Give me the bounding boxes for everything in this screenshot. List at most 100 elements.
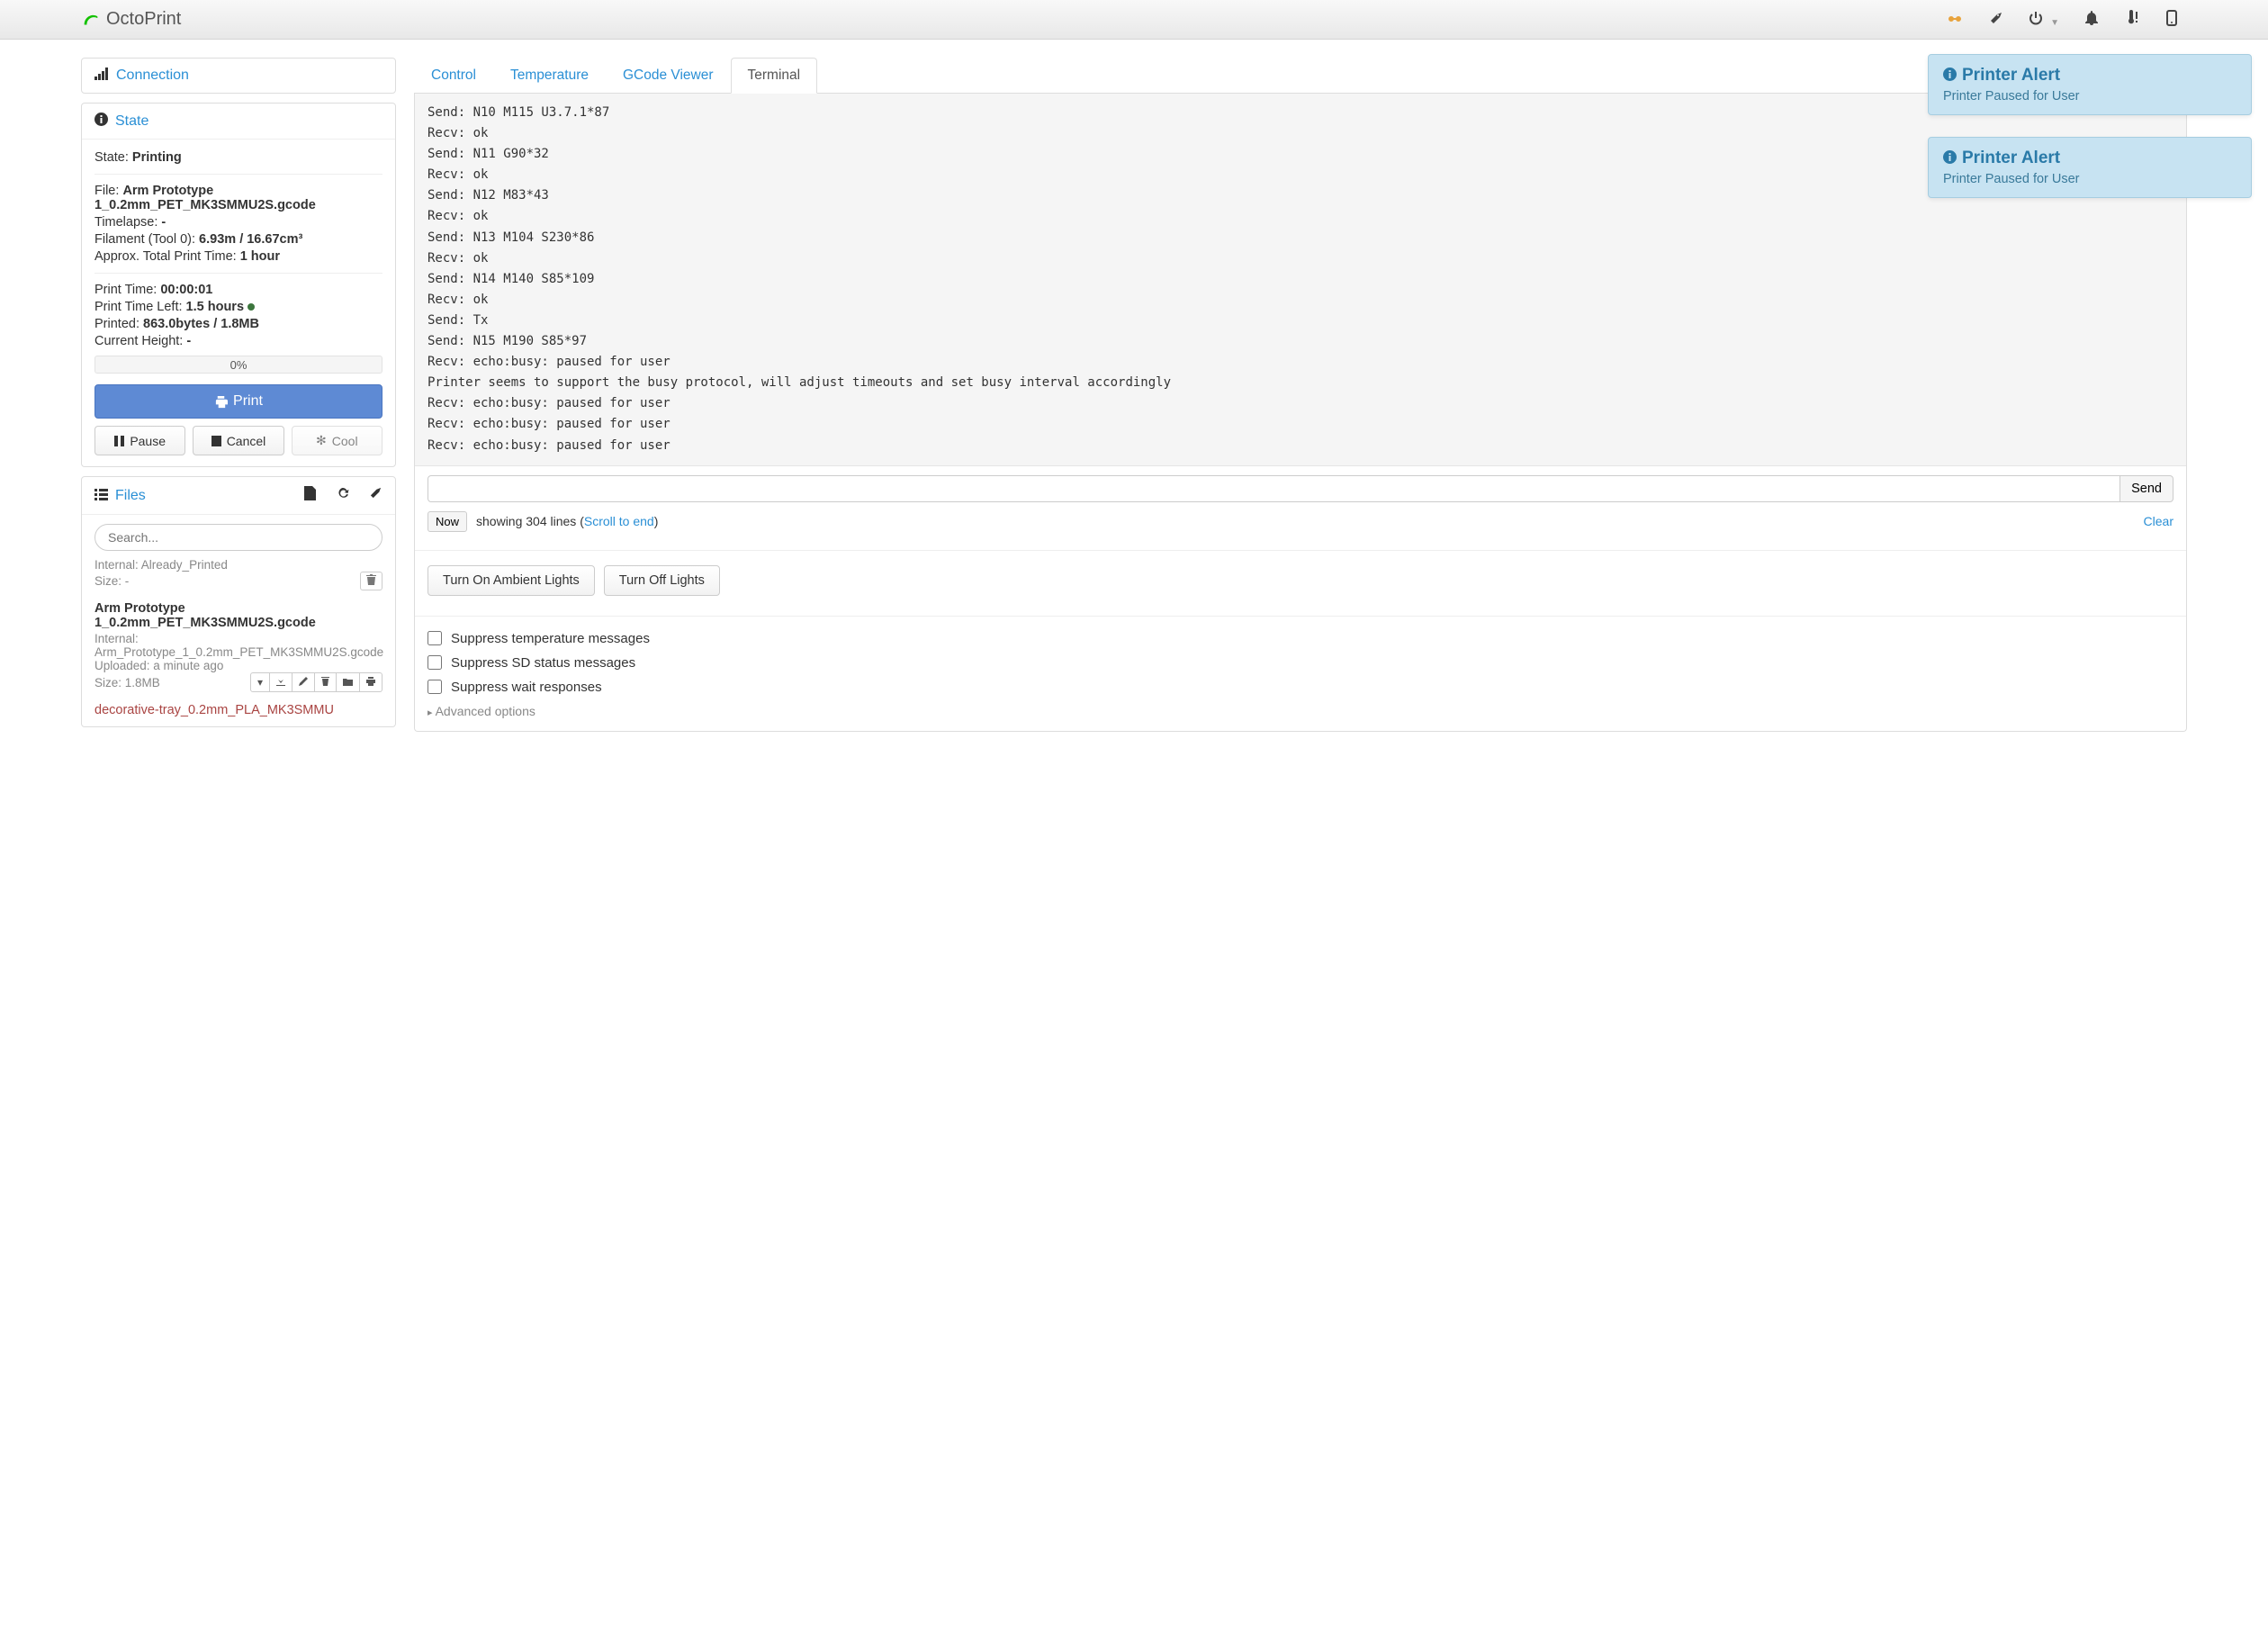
state-label: State — [115, 113, 148, 130]
navbar-right: ▼ — [1946, 10, 2178, 29]
signal-icon — [94, 68, 109, 84]
connection-status-icon[interactable] — [1946, 12, 1964, 27]
file-edit-button[interactable] — [292, 672, 315, 692]
octoprint-logo-icon — [81, 10, 101, 30]
tab-terminal[interactable]: Terminal — [731, 58, 818, 94]
file-internal: Internal: Arm_Prototype_1_0.2mm_PET_MK3S… — [94, 632, 382, 659]
approx-lbl: Approx. Total Print Time: — [94, 249, 237, 264]
connection-panel: Connection — [81, 58, 396, 94]
info-icon — [1943, 68, 1957, 85]
terminal-output: Send: N10 M115 U3.7.1*87 Recv: ok Send: … — [415, 94, 2186, 466]
scroll-to-end-link[interactable]: Scroll to end — [584, 514, 654, 528]
mobile-icon[interactable] — [2165, 10, 2178, 29]
file-title: decorative-tray_0.2mm_PLA_MK3SMMU — [94, 703, 382, 717]
ambient-lights-on-button[interactable]: Turn On Ambient Lights — [428, 565, 595, 596]
files-panel: Files Internal: Already_Printed Size: - — [81, 476, 396, 727]
cancel-button[interactable]: Cancel — [193, 426, 284, 455]
filament-lbl: Filament (Tool 0): — [94, 232, 195, 247]
progress-text: 0% — [230, 358, 248, 372]
pause-icon — [114, 436, 124, 446]
suppress-wait-checkbox[interactable] — [428, 680, 442, 694]
file-title: Arm Prototype 1_0.2mm_PET_MK3SMMU2S.gcod… — [94, 601, 382, 630]
file-icon[interactable] — [304, 486, 316, 505]
suppress-wait-row[interactable]: Suppress wait responses — [428, 680, 2174, 695]
tab-control[interactable]: Control — [414, 58, 493, 94]
alert-body: Printer Paused for User — [1943, 172, 2236, 186]
printtimeleft-lbl: Print Time Left: — [94, 300, 183, 314]
printer-alert[interactable]: Printer Alert Printer Paused for User — [1928, 137, 2252, 198]
print-button[interactable]: Print — [94, 384, 382, 419]
suppress-temp-row[interactable]: Suppress temperature messages — [428, 631, 2174, 646]
clear-link[interactable]: Clear — [2144, 514, 2174, 528]
alerts-container: Printer Alert Printer Paused for User Pr… — [1928, 54, 2252, 198]
showing-suffix: ) — [654, 514, 659, 528]
alert-title: Printer Alert — [1962, 66, 2060, 86]
state-val: Printing — [132, 150, 182, 165]
connection-label: Connection — [116, 68, 189, 84]
snowflake-icon: ✻ — [316, 433, 327, 448]
cool-button[interactable]: ✻ Cool — [292, 426, 382, 455]
alert-body: Printer Paused for User — [1943, 89, 2236, 104]
timelapse-val: - — [161, 215, 166, 230]
suppress-temp-label: Suppress temperature messages — [451, 631, 650, 646]
file-lbl: File: — [94, 184, 119, 198]
file-download-button[interactable] — [270, 672, 292, 692]
cool-label: Cool — [332, 434, 358, 448]
file-size: Size: 1.8MB — [94, 676, 160, 689]
power-icon[interactable]: ▼ — [2029, 11, 2059, 28]
timelapse-lbl: Timelapse: — [94, 215, 158, 230]
lights-off-button[interactable]: Turn Off Lights — [604, 565, 720, 596]
settings-icon[interactable] — [1989, 11, 2003, 28]
stop-icon — [212, 436, 221, 446]
pause-label: Pause — [130, 434, 166, 448]
suppress-sd-label: Suppress SD status messages — [451, 655, 635, 671]
file-expand-button[interactable]: ▾ — [250, 672, 270, 692]
print-button-label: Print — [233, 393, 263, 410]
caret-down-icon: ▼ — [2050, 18, 2059, 28]
brand[interactable]: OctoPrint — [81, 9, 181, 30]
sidebar: Connection State State: Printing File: A… — [81, 58, 396, 736]
advanced-options-toggle[interactable]: Advanced options — [428, 704, 2174, 718]
suppress-sd-checkbox[interactable] — [428, 655, 442, 670]
print-icon — [214, 395, 228, 409]
file-folder-button[interactable] — [337, 672, 360, 692]
file-item[interactable]: decorative-tray_0.2mm_PLA_MK3SMMU — [82, 699, 395, 726]
now-button[interactable]: Now — [428, 511, 467, 532]
terminal-command-input[interactable] — [428, 475, 2120, 502]
file-delete-button[interactable] — [315, 672, 337, 692]
file-item[interactable]: Arm Prototype 1_0.2mm_PET_MK3SMMU2S.gcod… — [82, 598, 395, 699]
terminal-panel: Send: N10 M115 U3.7.1*87 Recv: ok Send: … — [414, 94, 2187, 732]
files-label[interactable]: Files — [115, 488, 146, 504]
printed-lbl: Printed: — [94, 317, 140, 331]
notifications-icon[interactable] — [2084, 11, 2099, 28]
progress-bar: 0% — [94, 356, 382, 374]
tab-temperature[interactable]: Temperature — [493, 58, 606, 94]
wrench-icon[interactable] — [369, 486, 382, 505]
file-print-button[interactable] — [360, 672, 382, 692]
navbar: OctoPrint ▼ — [0, 0, 2268, 40]
file-val: Arm Prototype 1_0.2mm_PET_MK3SMMU2S.gcod… — [94, 184, 316, 212]
cancel-label: Cancel — [227, 434, 266, 448]
thermometer-alert-icon[interactable] — [2124, 10, 2140, 29]
printed-val: 863.0bytes / 1.8MB — [143, 317, 259, 331]
refresh-icon[interactable] — [336, 486, 349, 505]
connection-header[interactable]: Connection — [82, 59, 395, 93]
delete-file-button[interactable] — [360, 572, 382, 590]
files-header: Files — [82, 477, 395, 515]
printtime-lbl: Print Time: — [94, 283, 157, 297]
status-dot-icon — [248, 303, 255, 311]
suppress-temp-checkbox[interactable] — [428, 631, 442, 645]
printer-alert[interactable]: Printer Alert Printer Paused for User — [1928, 54, 2252, 115]
showing-text: showing 304 lines ( — [476, 514, 584, 528]
info-icon — [1943, 150, 1957, 167]
filament-val: 6.93m / 16.67cm³ — [199, 232, 302, 247]
send-button[interactable]: Send — [2120, 475, 2174, 502]
pause-button[interactable]: Pause — [94, 426, 185, 455]
file-item: Internal: Already_Printed Size: - — [82, 554, 395, 598]
suppress-sd-row[interactable]: Suppress SD status messages — [428, 655, 2174, 671]
files-search-input[interactable] — [94, 524, 382, 551]
approx-val: 1 hour — [240, 249, 280, 264]
tab-gcode-viewer[interactable]: GCode Viewer — [606, 58, 731, 94]
state-header[interactable]: State — [82, 104, 395, 140]
state-lbl: State: — [94, 150, 129, 165]
